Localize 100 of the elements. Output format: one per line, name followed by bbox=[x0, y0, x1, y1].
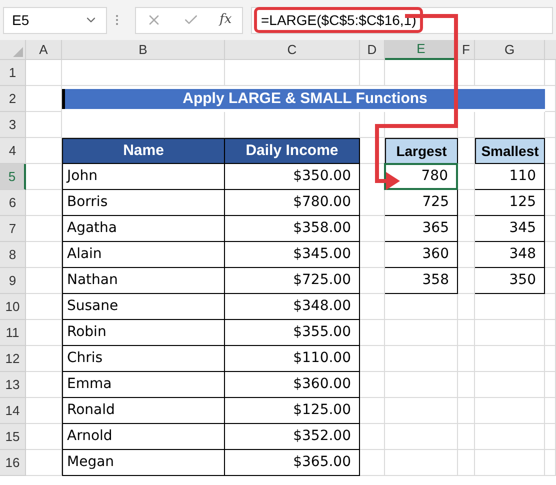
row-header[interactable]: 10 bbox=[0, 294, 26, 320]
empty-cell[interactable] bbox=[545, 138, 556, 164]
empty-cell[interactable] bbox=[545, 320, 556, 346]
table-cell[interactable]: 365 bbox=[385, 216, 458, 242]
table-cell[interactable]: 350 bbox=[475, 268, 545, 294]
empty-cell[interactable] bbox=[360, 294, 385, 320]
column-header[interactable]: F bbox=[458, 40, 475, 60]
column-header[interactable]: D bbox=[360, 40, 385, 60]
row-header[interactable]: 9 bbox=[0, 268, 26, 294]
empty-cell[interactable] bbox=[545, 398, 556, 424]
row-header[interactable]: 5 bbox=[0, 164, 26, 190]
row-header[interactable]: 11 bbox=[0, 320, 26, 346]
column-header[interactable]: G bbox=[475, 40, 545, 60]
column-heading: Name bbox=[62, 138, 225, 164]
column-header[interactable]: A bbox=[26, 40, 62, 60]
empty-cell[interactable] bbox=[458, 424, 475, 450]
column-heading: Largest bbox=[385, 138, 458, 164]
empty-cell[interactable] bbox=[475, 450, 545, 476]
empty-cell[interactable] bbox=[545, 242, 556, 268]
table-cell[interactable]: 725 bbox=[385, 190, 458, 216]
row-header[interactable]: 3 bbox=[0, 112, 26, 138]
empty-cell[interactable] bbox=[458, 294, 475, 320]
empty-cell[interactable] bbox=[545, 450, 556, 476]
row-header[interactable]: 7 bbox=[0, 216, 26, 242]
empty-cell[interactable] bbox=[475, 60, 545, 86]
column-heading: Smallest bbox=[475, 138, 545, 164]
column-header[interactable]: C bbox=[225, 40, 360, 60]
table-cell: $365.00 bbox=[225, 450, 360, 476]
empty-cell[interactable] bbox=[360, 398, 385, 424]
table-cell[interactable]: 348 bbox=[475, 242, 545, 268]
empty-cell[interactable] bbox=[458, 346, 475, 372]
table-cell: $345.00 bbox=[225, 242, 360, 268]
empty-cell[interactable] bbox=[545, 164, 556, 190]
empty-cell[interactable] bbox=[458, 450, 475, 476]
empty-cell[interactable] bbox=[545, 294, 556, 320]
select-all-icon[interactable] bbox=[13, 47, 23, 57]
empty-cell[interactable] bbox=[385, 450, 458, 476]
row-header[interactable]: 15 bbox=[0, 424, 26, 450]
empty-cell[interactable] bbox=[475, 372, 545, 398]
row-header[interactable]: 6 bbox=[0, 190, 26, 216]
row-header[interactable]: 8 bbox=[0, 242, 26, 268]
table-cell: Emma bbox=[62, 372, 225, 398]
drag-handle-icon[interactable] bbox=[115, 14, 119, 26]
formula-text[interactable]: =LARGE($C$5:$C$16,1) bbox=[254, 7, 424, 33]
table-cell: Ronald bbox=[62, 398, 225, 424]
empty-cell[interactable] bbox=[225, 60, 360, 86]
empty-cell[interactable] bbox=[385, 372, 458, 398]
table-cell[interactable]: 125 bbox=[475, 190, 545, 216]
table-cell: Alain bbox=[62, 242, 225, 268]
row-header[interactable]: 1 bbox=[0, 60, 26, 86]
empty-cell[interactable] bbox=[475, 294, 545, 320]
empty-cell[interactable] bbox=[360, 450, 385, 476]
table-cell: Susane bbox=[62, 294, 225, 320]
column-header[interactable] bbox=[545, 40, 556, 60]
empty-cell[interactable] bbox=[545, 216, 556, 242]
column-header[interactable]: B bbox=[62, 40, 225, 60]
empty-cell[interactable] bbox=[545, 190, 556, 216]
table-cell: Chris bbox=[62, 346, 225, 372]
empty-cell[interactable] bbox=[475, 398, 545, 424]
empty-cell[interactable] bbox=[360, 372, 385, 398]
empty-cell[interactable] bbox=[385, 294, 458, 320]
empty-cell[interactable] bbox=[360, 112, 385, 138]
table-cell[interactable]: 345 bbox=[475, 216, 545, 242]
row-header[interactable]: 2 bbox=[0, 86, 26, 112]
empty-cell[interactable] bbox=[385, 320, 458, 346]
row-header[interactable]: 4 bbox=[0, 138, 26, 164]
row-header[interactable]: 13 bbox=[0, 372, 26, 398]
name-box[interactable]: E5 bbox=[3, 6, 107, 34]
empty-cell[interactable] bbox=[545, 424, 556, 450]
empty-cell[interactable] bbox=[458, 398, 475, 424]
empty-cell[interactable] bbox=[545, 86, 556, 112]
function-button[interactable]: fx bbox=[220, 10, 232, 30]
empty-cell[interactable] bbox=[475, 346, 545, 372]
table-cell[interactable]: 358 bbox=[385, 268, 458, 294]
empty-cell[interactable] bbox=[360, 346, 385, 372]
empty-cell[interactable] bbox=[545, 112, 556, 138]
empty-cell[interactable] bbox=[545, 346, 556, 372]
table-cell[interactable]: 780 bbox=[384, 163, 458, 190]
empty-cell[interactable] bbox=[475, 424, 545, 450]
table-cell: Borris bbox=[62, 190, 225, 216]
row-header[interactable]: 16 bbox=[0, 450, 26, 476]
empty-cell[interactable] bbox=[360, 424, 385, 450]
row-header[interactable]: 14 bbox=[0, 398, 26, 424]
table-cell[interactable]: 360 bbox=[385, 242, 458, 268]
empty-cell[interactable] bbox=[475, 320, 545, 346]
row-header[interactable]: 12 bbox=[0, 346, 26, 372]
empty-cell[interactable] bbox=[62, 60, 225, 86]
empty-cell[interactable] bbox=[458, 320, 475, 346]
empty-cell[interactable] bbox=[360, 320, 385, 346]
table-cell: Arnold bbox=[62, 424, 225, 450]
empty-cell[interactable] bbox=[458, 112, 475, 138]
empty-cell[interactable] bbox=[385, 346, 458, 372]
empty-cell[interactable] bbox=[458, 372, 475, 398]
empty-cell[interactable] bbox=[545, 268, 556, 294]
empty-cell[interactable] bbox=[385, 398, 458, 424]
empty-cell[interactable] bbox=[385, 424, 458, 450]
table-cell[interactable]: 110 bbox=[475, 164, 545, 190]
table-cell: $358.00 bbox=[225, 216, 360, 242]
empty-cell[interactable] bbox=[545, 372, 556, 398]
table-cell: Megan bbox=[62, 450, 225, 476]
